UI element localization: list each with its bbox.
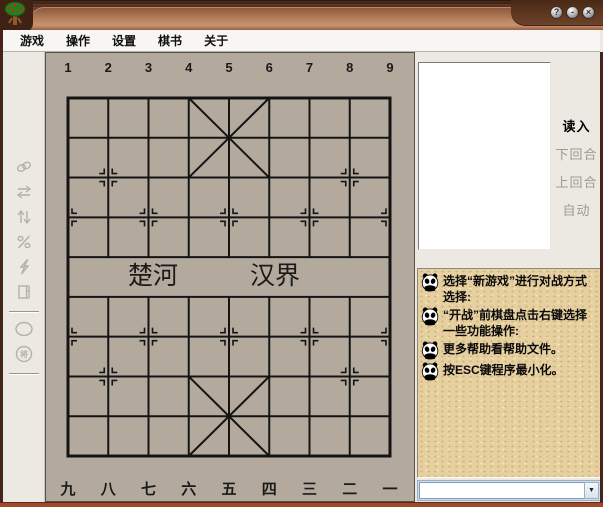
svg-text:1: 1 [64, 60, 71, 75]
panda-icon [421, 362, 440, 381]
svg-text:七: 七 [141, 481, 156, 498]
panda-icon [421, 341, 440, 360]
nav-button-下回合[interactable]: 下回合 [553, 144, 600, 163]
right-panel: 读入下回合上回合自动 选择“新游戏”进行对战方式选择: “开战”前棋盘点击右键选… [415, 52, 600, 502]
svg-text:8: 8 [346, 60, 353, 75]
svg-text:将: 将 [20, 349, 28, 359]
board-panel: 1 2 3 4 5 6 7 8 9 九 八 七 六 五 四 三 二 一 楚河 汉界 [45, 52, 415, 502]
svg-text:9: 9 [386, 60, 393, 75]
minimize-button[interactable]: - [566, 6, 579, 19]
chevron-down-icon[interactable]: ▼ [584, 482, 599, 499]
panda-icon [421, 307, 440, 326]
svg-text:五: 五 [221, 482, 236, 498]
combobox: ▼ [417, 480, 601, 501]
window-controls: ?-× [511, 0, 603, 26]
nav-button-读入[interactable]: 读入 [553, 116, 600, 135]
tip-row: 更多帮助看帮助文件。 [421, 341, 597, 360]
combobox-input[interactable] [419, 482, 584, 499]
app-logo-tab [0, 0, 33, 33]
link-icon[interactable] [13, 158, 35, 176]
panda-icon [421, 273, 440, 292]
svg-text:汉界: 汉界 [250, 263, 300, 290]
nav-button-上回合[interactable]: 上回合 [553, 172, 600, 191]
menu-bar: 游戏操作设置棋书关于 [3, 30, 600, 52]
book-icon[interactable] [13, 283, 35, 301]
window-border-left [0, 30, 3, 502]
menu-item-0[interactable]: 游戏 [9, 30, 55, 51]
playback-buttons: 读入下回合上回合自动 [553, 116, 600, 228]
svg-text:六: 六 [181, 480, 196, 498]
svg-text:6: 6 [266, 60, 273, 75]
svg-text:二: 二 [342, 482, 357, 498]
left-toolbar: 将 [3, 52, 45, 502]
svg-text:三: 三 [302, 482, 317, 498]
tip-text: 选择“新游戏”进行对战方式选择: [443, 274, 587, 304]
general-piece-icon[interactable]: 将 [13, 345, 35, 363]
toolbar-divider [9, 373, 39, 375]
tip-row: “开战”前棋盘点击右键选择一些功能操作: [421, 307, 597, 339]
tips-panel: 选择“新游戏”进行对战方式选择: “开战”前棋盘点击右键选择一些功能操作: 更多… [417, 268, 601, 478]
lightning-icon[interactable] [13, 258, 35, 276]
dice-icon[interactable] [13, 233, 35, 251]
svg-text:楚河: 楚河 [128, 262, 178, 290]
swap-vertical-icon[interactable] [13, 208, 35, 226]
svg-text:3: 3 [145, 60, 152, 75]
svg-text:四: 四 [262, 482, 277, 498]
svg-text:2: 2 [105, 60, 112, 75]
svg-text:5: 5 [225, 60, 232, 75]
menu-item-4[interactable]: 关于 [193, 30, 239, 51]
svg-text:7: 7 [306, 60, 313, 75]
tip-row: 按ESC键程序最小化。 [421, 362, 597, 381]
xiangqi-board[interactable]: 1 2 3 4 5 6 7 8 9 九 八 七 六 五 四 三 二 一 楚河 汉界 [46, 53, 414, 501]
title-bar[interactable]: ?-× [0, 0, 603, 30]
svg-text:一: 一 [382, 482, 397, 498]
menu-item-2[interactable]: 设置 [101, 30, 147, 51]
nav-button-自动[interactable]: 自动 [553, 200, 600, 219]
tip-text: 按ESC键程序最小化。 [443, 363, 564, 377]
ellipse-icon[interactable] [13, 320, 35, 338]
svg-text:九: 九 [59, 480, 75, 498]
menu-item-3[interactable]: 棋书 [147, 30, 193, 51]
svg-text:4: 4 [185, 60, 193, 75]
window-border-bottom [0, 502, 603, 507]
xiangqi-app-window: ?-× 游戏操作设置棋书关于 [0, 0, 603, 507]
tree-logo-icon [0, 0, 30, 30]
help-button[interactable]: ? [550, 6, 563, 19]
close-button[interactable]: × [582, 6, 595, 19]
toolbar-divider [9, 311, 39, 313]
tip-row: 选择“新游戏”进行对战方式选择: [421, 273, 597, 305]
svg-text:八: 八 [100, 482, 117, 498]
tip-text: 更多帮助看帮助文件。 [443, 342, 563, 356]
swap-horizontal-icon[interactable] [13, 183, 35, 201]
tip-text: “开战”前棋盘点击右键选择一些功能操作: [443, 308, 587, 338]
menu-item-1[interactable]: 操作 [55, 30, 101, 51]
move-list[interactable] [418, 62, 551, 250]
